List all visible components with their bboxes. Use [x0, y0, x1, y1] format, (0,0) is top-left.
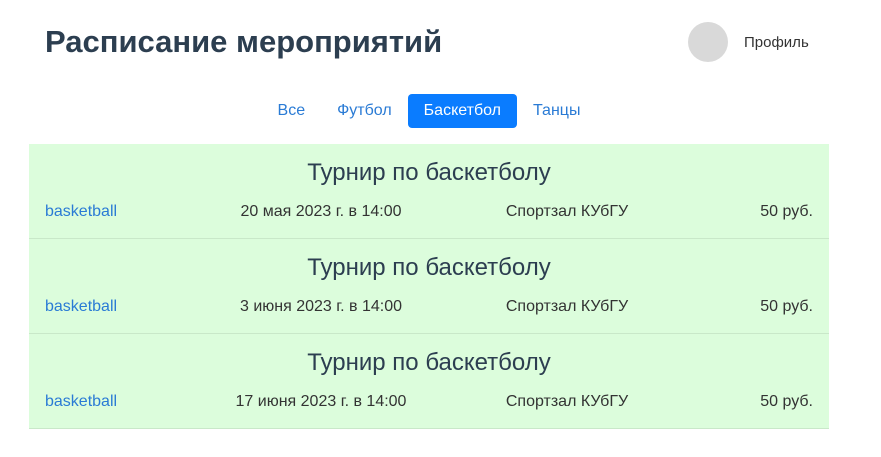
event-place: Спортзал КУбГУ: [505, 203, 629, 220]
page: Расписание мероприятий Профиль Все Футбо…: [0, 0, 881, 457]
event-tag-link[interactable]: basketball: [45, 393, 175, 411]
profile-label[interactable]: Профиль: [744, 34, 809, 51]
event-list: Турнир по баскетболу basketball 20 мая 2…: [29, 144, 829, 429]
event-tag-link[interactable]: basketball: [45, 298, 175, 316]
event-details: basketball 17 июня 2023 г. в 14:00 Спорт…: [45, 392, 813, 412]
tab-dances[interactable]: Танцы: [517, 94, 596, 128]
event-card[interactable]: Турнир по баскетболу basketball 17 июня …: [29, 334, 829, 429]
tab-football[interactable]: Футбол: [321, 94, 408, 128]
event-price: 50 руб.: [760, 203, 813, 220]
event-date: 3 июня 2023 г. в 14:00: [239, 298, 403, 315]
event-date: 17 июня 2023 г. в 14:00: [235, 393, 407, 410]
event-tag-link[interactable]: basketball: [45, 203, 175, 221]
event-place: Спортзал КУбГУ: [505, 298, 629, 315]
tab-basketball[interactable]: Баскетбол: [407, 94, 517, 128]
category-tabs: Все Футбол Баскетбол Танцы: [0, 94, 858, 128]
event-price: 50 руб.: [760, 298, 813, 315]
event-title: Турнир по баскетболу: [307, 159, 551, 186]
event-price: 50 руб.: [760, 393, 813, 410]
event-card[interactable]: Турнир по баскетболу basketball 20 мая 2…: [29, 144, 829, 239]
page-title: Расписание мероприятий: [45, 24, 443, 59]
event-place: Спортзал КУбГУ: [505, 393, 629, 410]
event-title: Турнир по баскетболу: [307, 349, 551, 376]
event-card[interactable]: Турнир по баскетболу basketball 3 июня 2…: [29, 239, 829, 334]
event-details: basketball 20 мая 2023 г. в 14:00 Спортз…: [45, 202, 813, 222]
avatar[interactable]: [688, 22, 728, 62]
event-title: Турнир по баскетболу: [307, 254, 551, 281]
event-details: basketball 3 июня 2023 г. в 14:00 Спортз…: [45, 297, 813, 317]
profile-button[interactable]: Профиль: [688, 22, 809, 62]
event-date: 20 мая 2023 г. в 14:00: [240, 203, 402, 220]
tab-all[interactable]: Все: [262, 94, 322, 128]
